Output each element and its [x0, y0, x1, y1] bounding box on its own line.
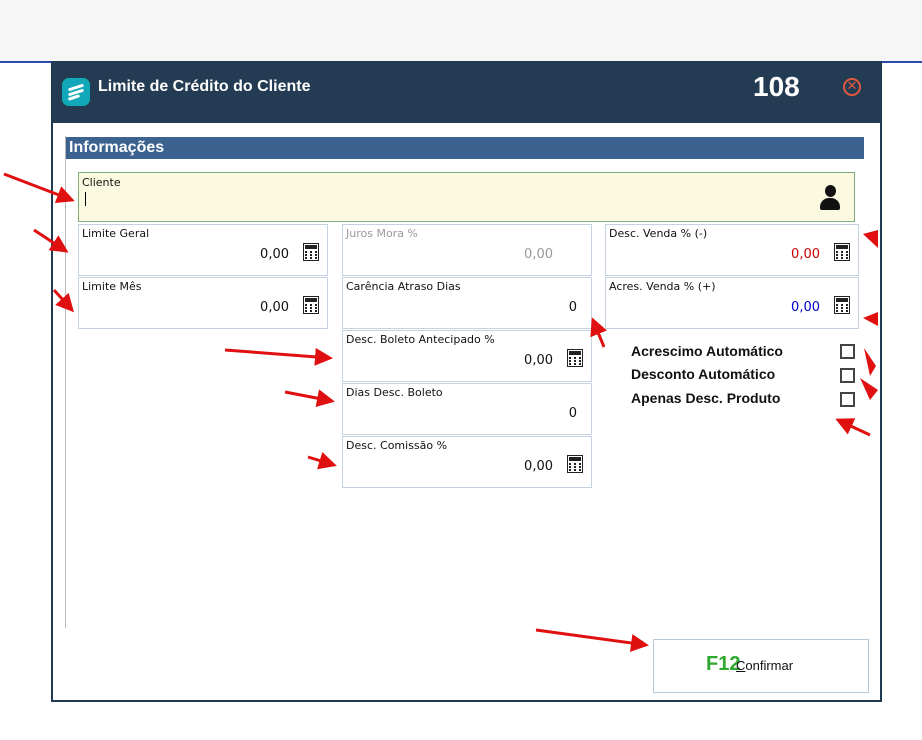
annotation-arrow: [3, 172, 75, 204]
annotation-arrow: [224, 347, 333, 366]
annotation-arrow: [590, 317, 607, 348]
annotation-arrowhead: [860, 378, 878, 400]
annotation-arrowhead: [864, 348, 876, 376]
annotation-arrows: [3, 172, 878, 652]
annotation-arrowhead: [863, 312, 878, 326]
annotation-arrow: [33, 228, 69, 253]
annotation-arrow: [52, 288, 75, 313]
annotation-arrow: [835, 418, 871, 437]
annotation-arrow: [535, 628, 649, 652]
annotation-arrow: [307, 451, 337, 470]
annotation-arrowhead: [863, 230, 878, 248]
annotation-arrow: [284, 389, 335, 408]
